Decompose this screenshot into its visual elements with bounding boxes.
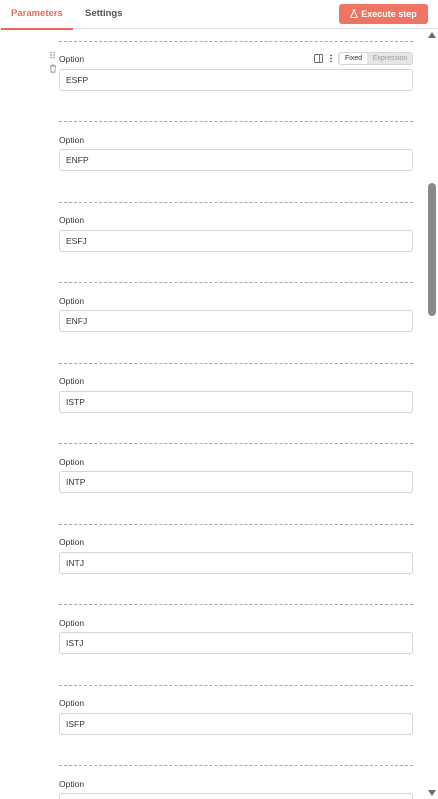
option-divider <box>59 524 413 525</box>
more-options-icon[interactable] <box>328 54 334 63</box>
option-label: Option <box>59 54 85 64</box>
scrollbar[interactable] <box>426 30 438 799</box>
option-value-input[interactable]: INTP <box>59 471 413 493</box>
scrollbar-thumb[interactable] <box>428 183 436 316</box>
option-divider <box>59 765 413 766</box>
execute-step-label: Execute step <box>361 9 417 19</box>
split-panel-icon[interactable] <box>314 54 323 63</box>
scroll-up-arrow-icon[interactable] <box>428 32 436 38</box>
option-value-input[interactable]: ISFP <box>59 713 413 735</box>
option-value-input[interactable]: ENFP <box>59 149 413 171</box>
option-divider <box>59 443 413 444</box>
option-label: Option <box>59 457 85 467</box>
option-divider <box>59 202 413 203</box>
fixed-mode-button[interactable]: Fixed <box>340 53 367 64</box>
panel-header: Parameters Settings Execute step <box>0 0 438 30</box>
option-label: Option <box>59 779 85 789</box>
option-label: Option <box>59 376 85 386</box>
option-label: Option <box>59 215 85 225</box>
tab-settings[interactable]: Settings <box>85 0 122 29</box>
option-divider <box>59 41 413 42</box>
trash-icon[interactable] <box>49 64 57 73</box>
tab-parameters[interactable]: Parameters <box>1 0 73 30</box>
scroll-down-arrow-icon[interactable] <box>428 790 436 796</box>
option-label: Option <box>59 618 85 628</box>
option-label: Option <box>59 135 85 145</box>
flask-icon <box>350 9 358 19</box>
option-value-input[interactable]: ESFJ <box>59 230 413 252</box>
option-value-input[interactable]: ISTJ <box>59 632 413 654</box>
option-divider <box>59 282 413 283</box>
option-value-input[interactable]: ESFP <box>59 69 413 91</box>
option-value-input[interactable]: INTJ <box>59 552 413 574</box>
fixed-expression-toggle: Fixed Expression <box>338 52 413 65</box>
option-divider <box>59 604 413 605</box>
option-label: Option <box>59 698 85 708</box>
node-parameters-panel: Parameters Settings Execute step Option … <box>0 0 438 799</box>
option-divider <box>59 363 413 364</box>
option-divider <box>59 121 413 122</box>
option-divider <box>59 685 413 686</box>
option-value-input[interactable]: ISTP <box>59 391 413 413</box>
execute-step-button[interactable]: Execute step <box>339 4 428 24</box>
option-label: Option <box>59 296 85 306</box>
option-value-input[interactable]: ENFJ <box>59 310 413 332</box>
drag-handle-icon[interactable] <box>49 51 57 59</box>
option-value-input[interactable] <box>59 793 413 799</box>
expression-mode-button[interactable]: Expression <box>368 53 412 64</box>
option-label: Option <box>59 537 85 547</box>
